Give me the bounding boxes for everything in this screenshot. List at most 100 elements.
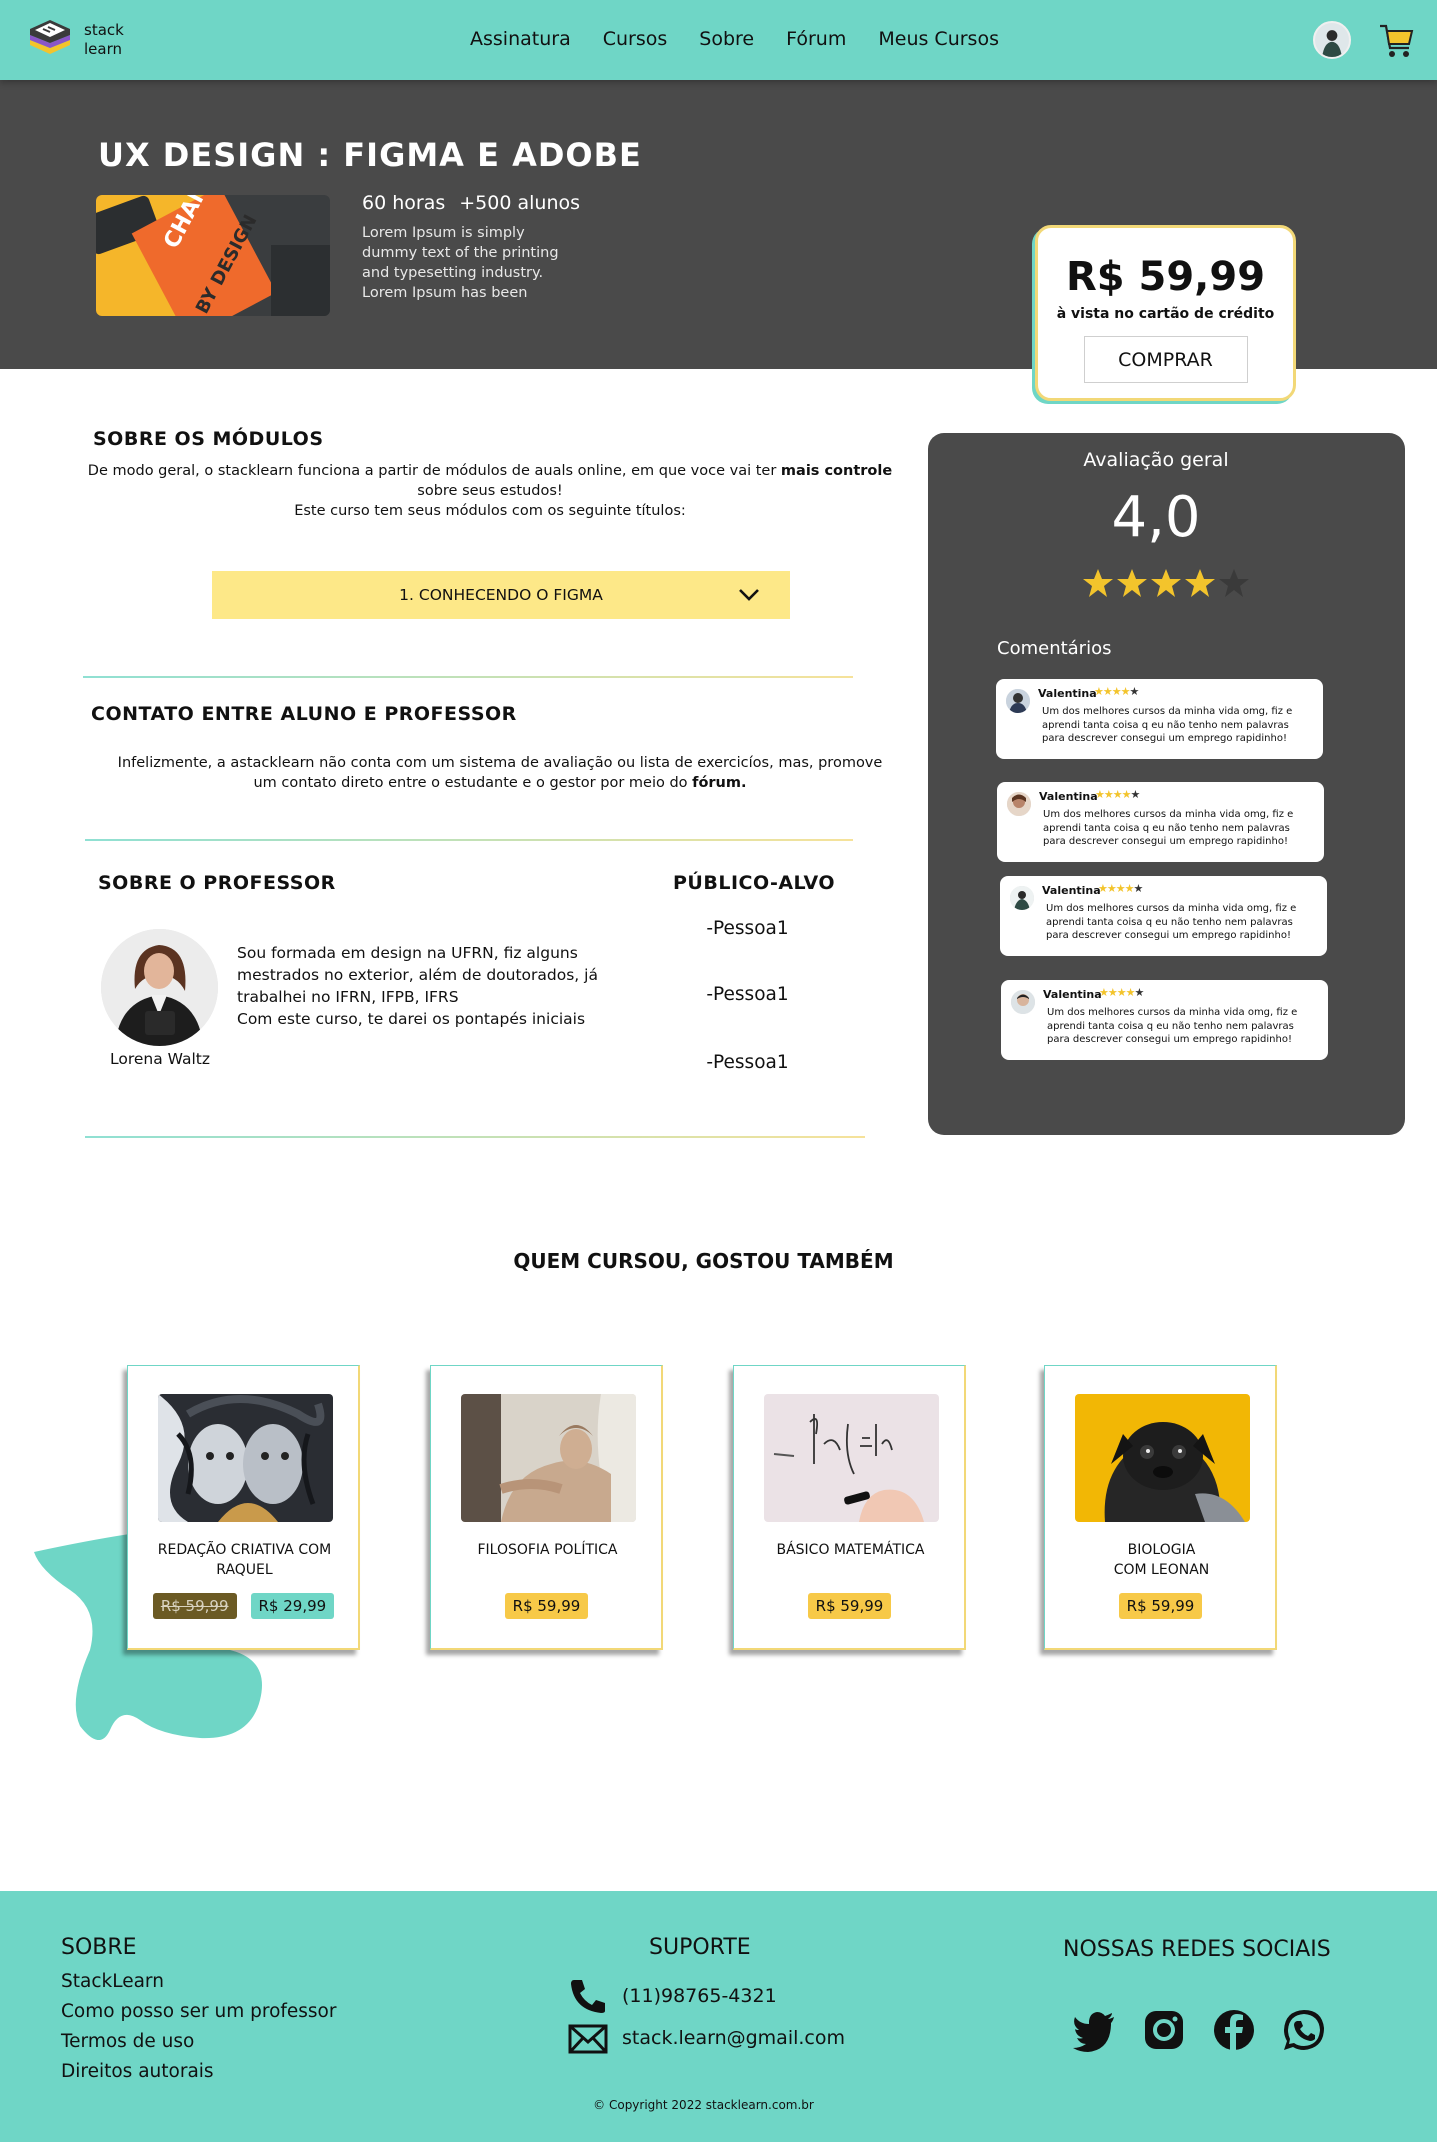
professor-name: Lorena Waltz xyxy=(109,1050,211,1068)
modules-description: De modo geral, o stacklearn funciona a p… xyxy=(85,461,895,521)
user-avatar[interactable] xyxy=(1313,21,1351,59)
star-filled-icon xyxy=(1117,569,1147,597)
rating-panel: Avaliação geral 4,0 Comentários Valentin… xyxy=(928,433,1405,1135)
footer-email[interactable]: stack.learn@gmail.com xyxy=(568,2020,845,2056)
course-card-redacao[interactable]: REDAÇÃO CRIATIVA COM RAQUEL R$ 59,99 R$ … xyxy=(127,1365,360,1650)
footer-social-title: NOSSAS REDES SOCIAIS xyxy=(1063,1937,1331,1962)
modules-text-bold: mais controle xyxy=(780,463,893,479)
footer-link-teacher[interactable]: Como posso ser um professor xyxy=(61,2001,337,2022)
course-name-line2: RAQUEL xyxy=(216,1562,273,1578)
rating-score: 4,0 xyxy=(1111,485,1201,550)
course-name-line1: FILOSOFIA POLÍTICA xyxy=(477,1542,618,1558)
professor-title: SOBRE O PROFESSOR xyxy=(98,872,336,894)
nav-cursos[interactable]: Cursos xyxy=(603,28,668,50)
course-price: R$ 59,99 xyxy=(1065,254,1266,300)
professor-photo xyxy=(101,929,218,1046)
course-prices: R$ 59,99 xyxy=(1045,1593,1276,1619)
commenter-name: Valentina xyxy=(1043,988,1102,1001)
footer: SOBRE StackLearn Como posso ser um profe… xyxy=(0,1891,1437,2142)
recommendations-title: QUEM CURSOU, GOSTOU TAMBÉM xyxy=(513,1249,894,1273)
module-accordion[interactable]: 1. CONHECENDO O FIGMA xyxy=(212,571,790,619)
comments-title: Comentários xyxy=(997,638,1112,659)
footer-support-title: SUPORTE xyxy=(649,1935,751,1960)
course-image xyxy=(158,1394,333,1522)
footer-phone[interactable]: (11)98765-4321 xyxy=(568,1978,777,2014)
footer-link-stacklearn[interactable]: StackLearn xyxy=(61,1971,164,1992)
course-cover-image: CHANG BY DESIGN xyxy=(96,195,330,316)
rating-stars xyxy=(1082,567,1250,599)
nav-sobre[interactable]: Sobre xyxy=(699,28,754,50)
commenter-avatar xyxy=(1006,689,1030,713)
modules-text-part1: De modo geral, o stacklearn funciona a p… xyxy=(87,463,781,479)
course-name: REDAÇÃO CRIATIVA COM RAQUEL xyxy=(138,1540,351,1580)
professor-bio-line2: Com este curso, te darei os pontapés ini… xyxy=(237,1010,586,1028)
course-card-matematica[interactable]: BÁSICO MATEMÁTICA R$ 59,99 xyxy=(733,1365,966,1650)
phone-number: (11)98765-4321 xyxy=(622,1985,777,2007)
user-avatar-image xyxy=(1315,23,1349,57)
cart-icon[interactable] xyxy=(1378,20,1414,60)
audience-item: -Pessoa1 xyxy=(706,918,789,939)
footer-link-copyright[interactable]: Direitos autorais xyxy=(61,2061,214,2082)
comment-card: Valentina ★★★★★ Um dos melhores cursos d… xyxy=(996,679,1323,759)
price-card: R$ 59,99 à vista no cartão de crédito CO… xyxy=(1035,225,1296,401)
price-tag: R$ 29,99 xyxy=(250,1593,335,1619)
course-name: FILOSOFIA POLÍTICA xyxy=(441,1540,654,1560)
modules-text-part2: sobre seus estudos! xyxy=(417,483,563,499)
commenter-avatar xyxy=(1010,886,1034,910)
commenter-avatar xyxy=(1007,792,1031,816)
rating-title: Avaliação geral xyxy=(1083,449,1229,471)
twitter-icon[interactable] xyxy=(1072,2008,1116,2052)
course-hero: UX DESIGN : FIGMA E ADOBE CHANG BY DESIG… xyxy=(0,80,1437,401)
divider xyxy=(83,676,853,678)
nav-meus-cursos[interactable]: Meus Cursos xyxy=(878,28,999,50)
nav-assinatura[interactable]: Assinatura xyxy=(470,28,571,50)
course-name-line1: BIOLOGIA xyxy=(1127,1542,1196,1558)
copyright-text: © Copyright 2022 stacklearn.com.br xyxy=(593,2098,814,2112)
course-name-line2: COM LEONAN xyxy=(1113,1562,1210,1578)
commenter-name: Valentina xyxy=(1038,687,1097,700)
comment-stars: ★★★★★ xyxy=(1099,986,1144,999)
main-nav: Assinatura Cursos Sobre Fórum Meus Curso… xyxy=(470,28,1031,50)
contact-text: Infelizmente, a astacklearn não conta co… xyxy=(117,755,883,791)
divider xyxy=(85,1136,865,1138)
comment-text: Um dos melhores cursos da minha vida omg… xyxy=(1042,706,1293,744)
star-empty-icon xyxy=(1219,569,1249,597)
logo[interactable]: stack learn xyxy=(28,18,124,62)
course-prices: R$ 59,99 R$ 29,99 xyxy=(128,1593,359,1619)
price-tag: R$ 59,99 xyxy=(1118,1593,1203,1619)
contact-description: Infelizmente, a astacklearn não conta co… xyxy=(110,753,890,793)
comment-card: Valentina ★★★★★ Um dos melhores cursos d… xyxy=(1001,980,1328,1060)
instagram-icon[interactable] xyxy=(1142,2008,1186,2052)
footer-link-terms[interactable]: Termos de uso xyxy=(61,2031,194,2052)
course-students: +500 alunos xyxy=(459,192,581,214)
course-name: BIOLOGIA COM LEONAN xyxy=(1055,1540,1268,1580)
course-card-biologia[interactable]: BIOLOGIA COM LEONAN R$ 59,99 xyxy=(1044,1365,1277,1650)
professor-bio: Sou formada em design na UFRN, fiz algun… xyxy=(237,942,647,1030)
divider xyxy=(85,839,853,841)
email-address: stack.learn@gmail.com xyxy=(622,2027,845,2049)
audience-item: -Pessoa1 xyxy=(706,1052,789,1073)
comment-card: Valentina ★★★★★ Um dos melhores cursos d… xyxy=(1000,876,1327,956)
commenter-name: Valentina xyxy=(1039,790,1098,803)
whatsapp-icon[interactable] xyxy=(1282,2008,1326,2052)
price-note: à vista no cartão de crédito xyxy=(1056,306,1275,322)
comment-stars: ★★★★★ xyxy=(1095,788,1140,801)
facebook-icon[interactable] xyxy=(1212,2008,1256,2052)
modules-title: SOBRE OS MÓDULOS xyxy=(93,428,324,450)
course-name-line1: BÁSICO MATEMÁTICA xyxy=(776,1542,925,1558)
chevron-down-icon xyxy=(739,589,759,601)
commenter-avatar xyxy=(1011,990,1035,1014)
commenter-name: Valentina xyxy=(1042,884,1101,897)
course-prices: R$ 59,99 xyxy=(431,1593,662,1619)
course-prices: R$ 59,99 xyxy=(734,1593,965,1619)
modules-text-line2: Este curso tem seus módulos com os segui… xyxy=(294,503,686,519)
course-image xyxy=(461,1394,636,1522)
nav-forum[interactable]: Fórum xyxy=(786,28,846,50)
forum-link-text: fórum. xyxy=(692,775,747,791)
course-hours: 60 horas xyxy=(362,192,446,214)
social-links xyxy=(1072,2008,1326,2052)
course-card-filosofia[interactable]: FILOSOFIA POLÍTICA R$ 59,99 xyxy=(430,1365,663,1650)
buy-button[interactable]: COMPRAR xyxy=(1083,336,1248,383)
star-filled-icon xyxy=(1083,569,1113,597)
mail-icon xyxy=(568,2024,608,2054)
